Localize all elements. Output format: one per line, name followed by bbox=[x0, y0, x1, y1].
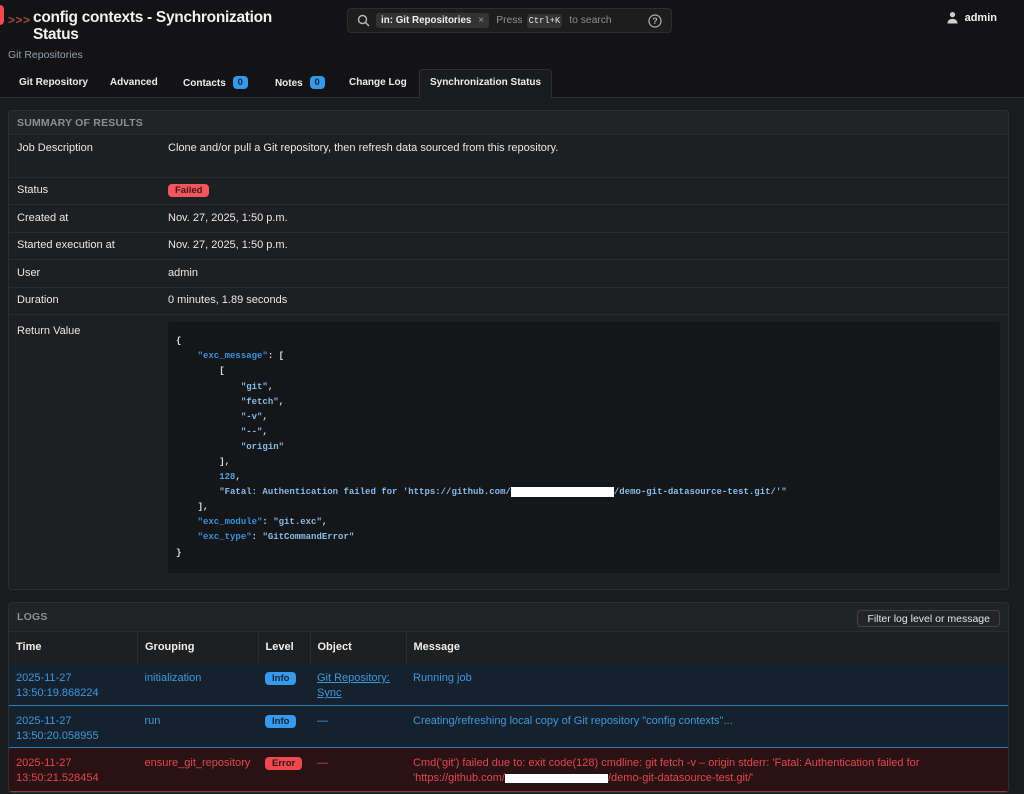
svg-text:?: ? bbox=[652, 16, 658, 26]
